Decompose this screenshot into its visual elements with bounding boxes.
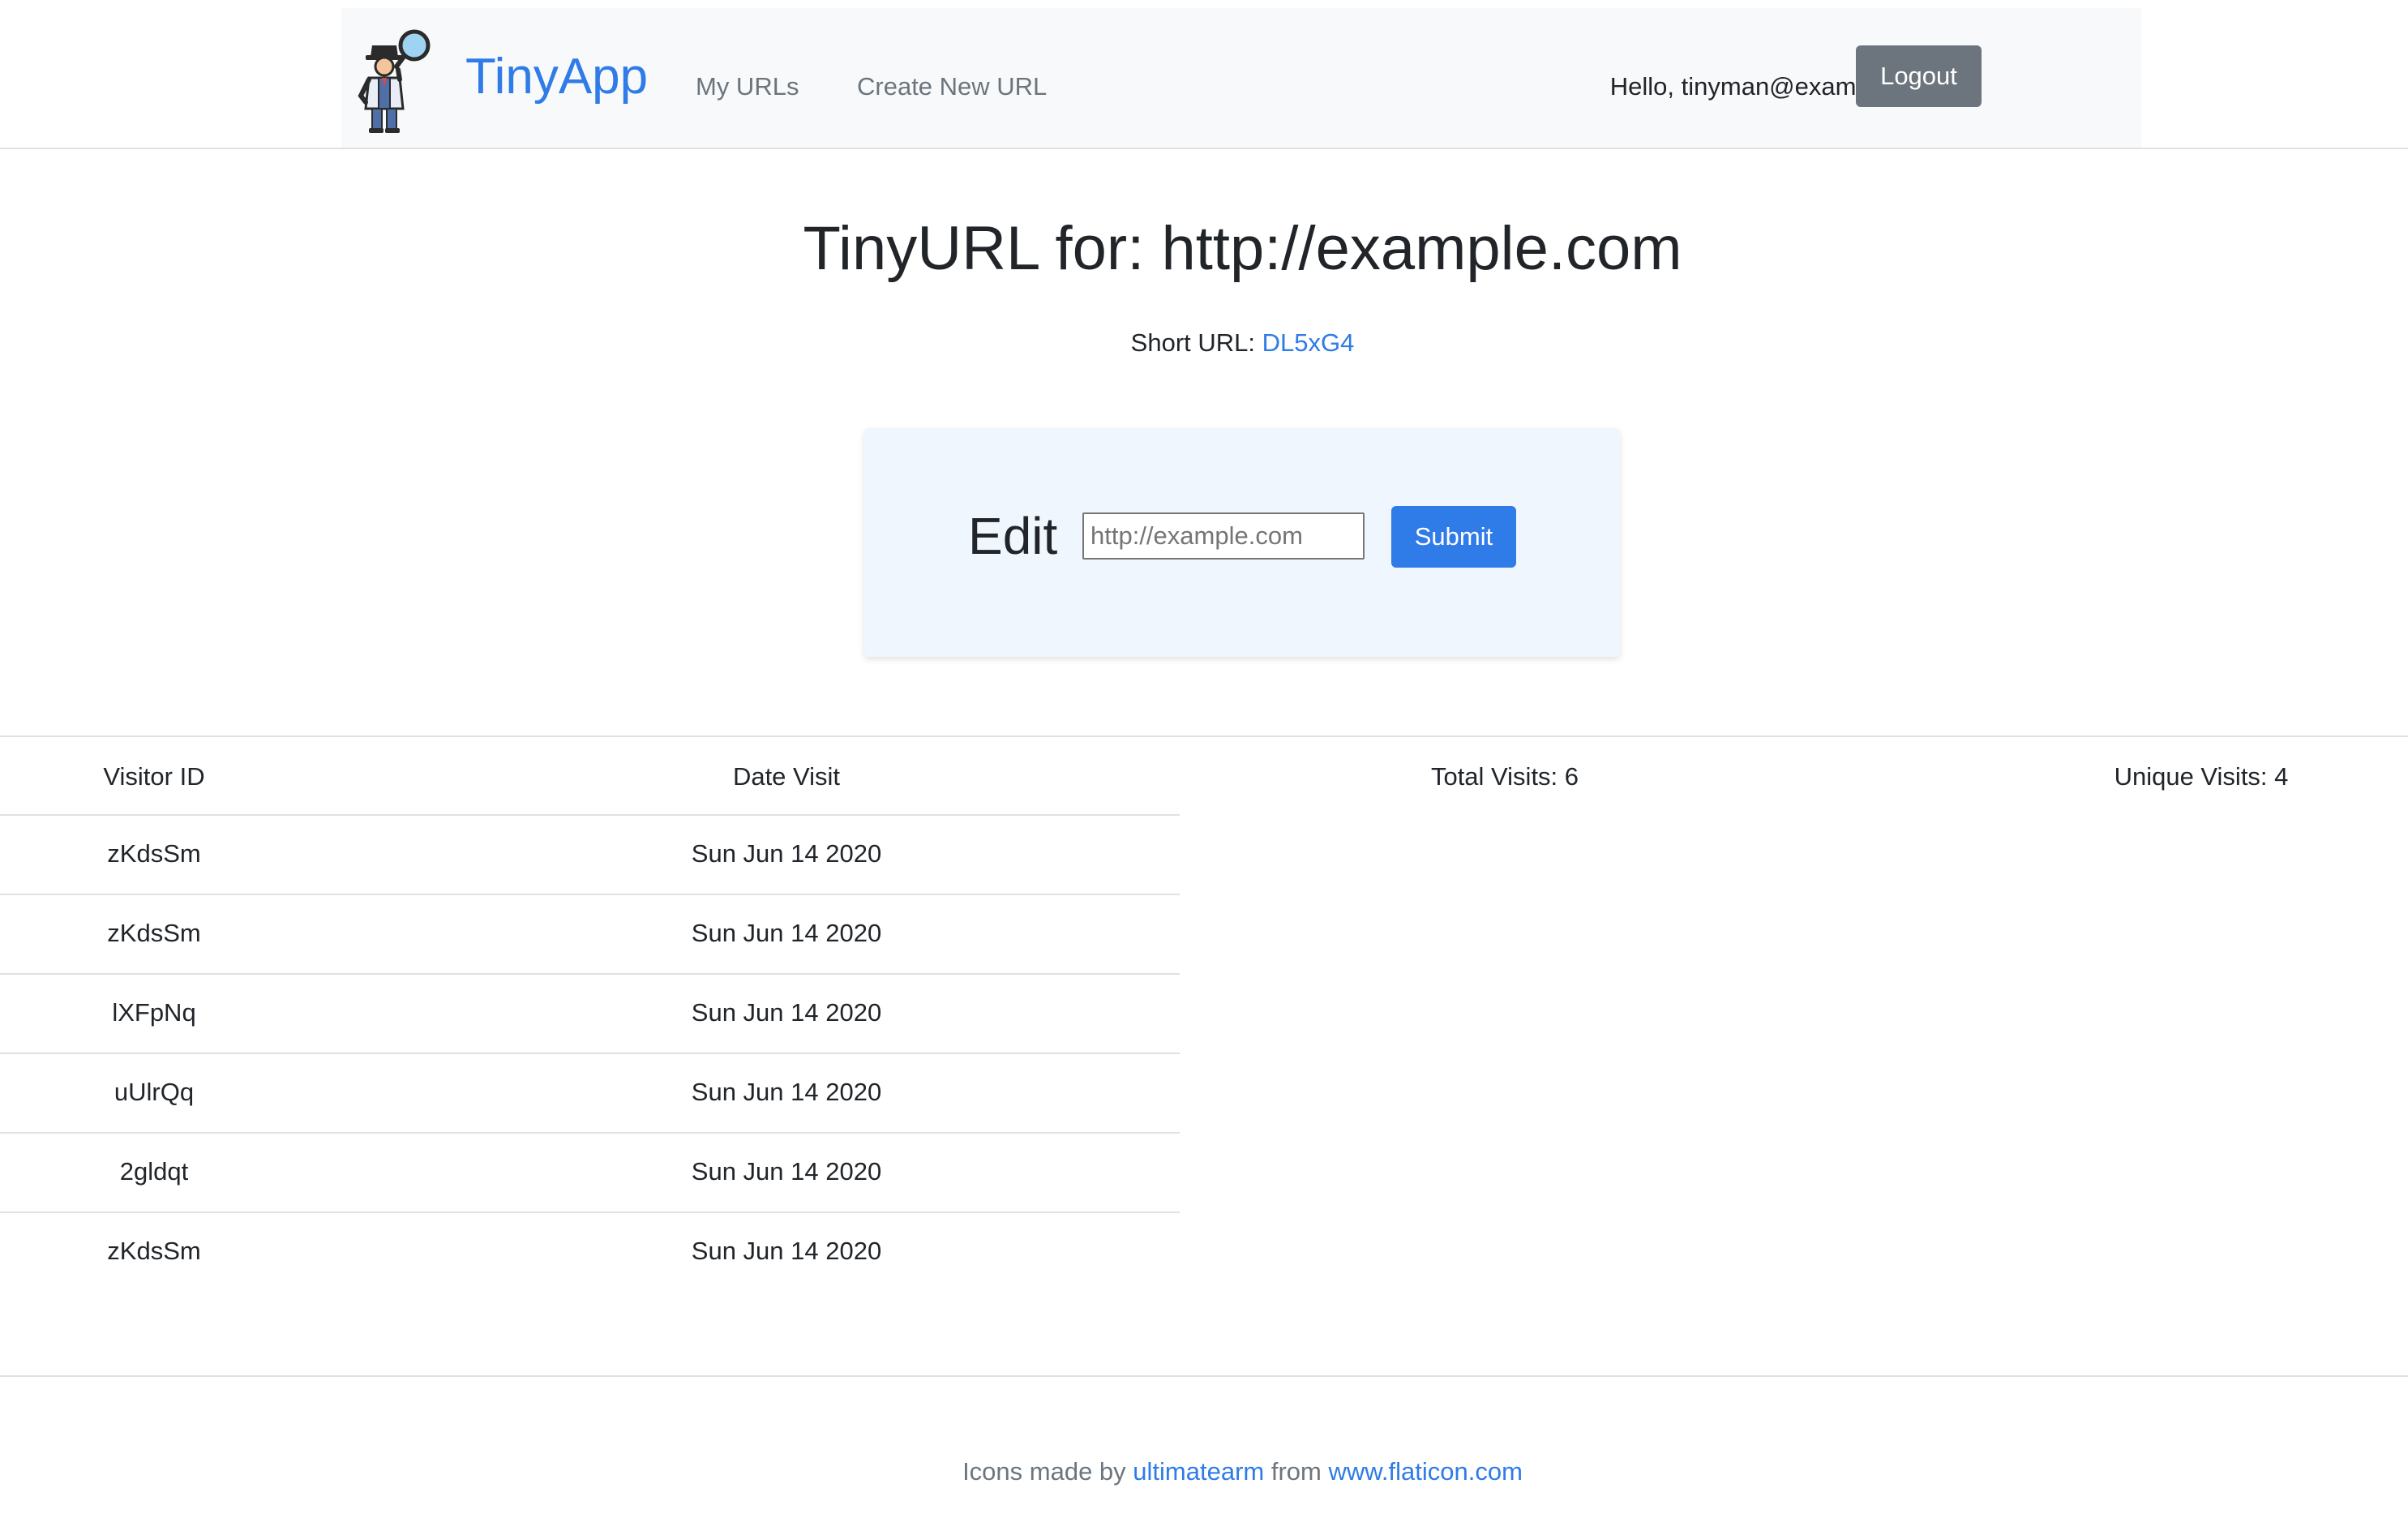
- visitor-id-cell: uUlrQq: [114, 1078, 195, 1106]
- visitor-id-cell: 2gldqt: [119, 1157, 189, 1186]
- table-row: 2gldqt Sun Jun 14 2020: [0, 1132, 1180, 1211]
- table-row: zKdsSm Sun Jun 14 2020: [0, 1211, 1180, 1291]
- submit-button[interactable]: Submit: [1391, 506, 1516, 568]
- table-top-divider: [0, 735, 2408, 737]
- brand-name[interactable]: TinyApp: [465, 41, 648, 114]
- date-cell: Sun Jun 14 2020: [691, 1237, 882, 1265]
- edit-card: Edit Submit: [864, 428, 1620, 657]
- author-link[interactable]: ultimatearm: [1133, 1457, 1264, 1486]
- short-url-line: Short URL: DL5xG4: [0, 323, 2408, 363]
- date-cell: Sun Jun 14 2020: [691, 1157, 882, 1186]
- table-row: zKdsSm Sun Jun 14 2020: [0, 814, 1180, 894]
- date-cell: Sun Jun 14 2020: [691, 839, 882, 868]
- navbar: TinyApp My URLs Create New URL Hello, ti…: [341, 8, 2141, 148]
- short-url-link[interactable]: DL5xG4: [1262, 328, 1355, 357]
- footer-attribution: Icons made by ultimatearm from www.flati…: [0, 1452, 2408, 1492]
- table-row: lXFpNq Sun Jun 14 2020: [0, 973, 1180, 1053]
- header-visitor-id: Visitor ID: [103, 762, 205, 791]
- visitor-id-cell: zKdsSm: [107, 839, 201, 868]
- edit-label: Edit: [968, 507, 1058, 565]
- footer-prefix: Icons made by: [962, 1457, 1133, 1486]
- nav-link-create-new-url[interactable]: Create New URL: [857, 66, 1047, 107]
- detective-logo-icon[interactable]: [348, 24, 437, 135]
- page-title: TinyURL for: http://example.com: [803, 214, 1682, 283]
- nav-link-my-urls[interactable]: My URLs: [696, 66, 799, 107]
- flaticon-link[interactable]: www.flaticon.com: [1328, 1457, 1522, 1486]
- date-cell: Sun Jun 14 2020: [691, 919, 882, 947]
- unique-visits-count: Unique Visits: 4: [2114, 762, 2289, 791]
- footer-divider: [0, 1375, 2408, 1377]
- date-cell: Sun Jun 14 2020: [691, 998, 882, 1027]
- visitor-id-cell: zKdsSm: [107, 1237, 201, 1265]
- visitor-id-cell: zKdsSm: [107, 919, 201, 947]
- logout-button[interactable]: Logout: [1856, 45, 1982, 107]
- date-cell: Sun Jun 14 2020: [691, 1078, 882, 1106]
- total-visits-count: Total Visits: 6: [1430, 762, 1579, 791]
- table-row: uUlrQq Sun Jun 14 2020: [0, 1053, 1180, 1132]
- navbar-divider: [0, 148, 2408, 149]
- long-url-input[interactable]: [1082, 512, 1365, 560]
- visitor-id-cell: lXFpNq: [112, 998, 196, 1027]
- short-url-label: Short URL:: [1130, 328, 1262, 357]
- header-date-visit: Date Visit: [732, 762, 841, 791]
- footer-middle: from: [1264, 1457, 1329, 1486]
- table-row: zKdsSm Sun Jun 14 2020: [0, 894, 1180, 973]
